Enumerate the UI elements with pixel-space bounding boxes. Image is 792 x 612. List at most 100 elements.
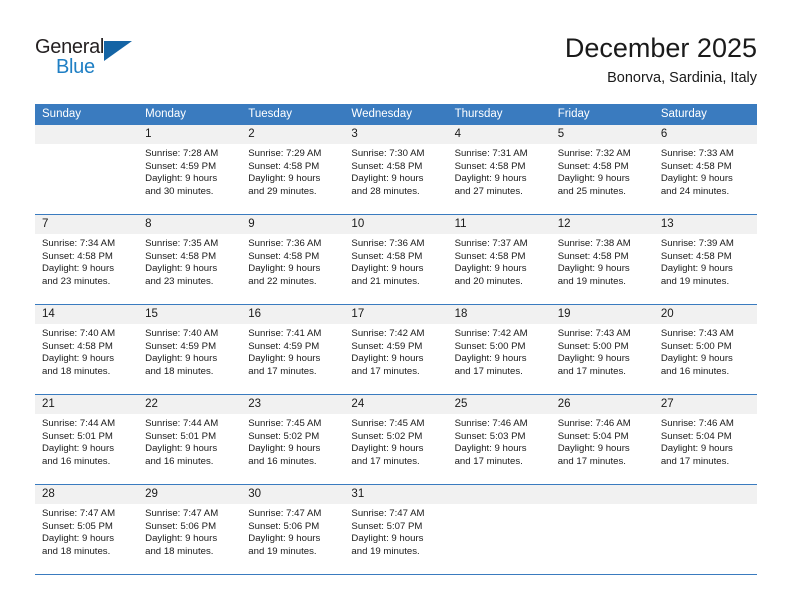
day-number: 2 [241, 125, 345, 144]
sunrise-text: Sunrise: 7:39 AM [660, 238, 734, 249]
day-details [654, 504, 757, 514]
sunset-text: Sunset: 4:58 PM [351, 250, 423, 262]
day-cell[interactable]: 19 Sunrise: 7:43 AM Sunset: 5:00 PM Dayl… [550, 305, 654, 394]
day-cell[interactable]: 30 Sunrise: 7:47 AM Sunset: 5:06 PM Dayl… [241, 485, 345, 574]
day-cell[interactable]: 7 Sunrise: 7:34 AM Sunset: 4:58 PM Dayli… [35, 215, 139, 304]
day-number: 16 [241, 305, 345, 324]
sunrise-text: Sunrise: 7:38 AM [557, 238, 631, 249]
sunset-text: Sunset: 5:02 PM [248, 430, 320, 442]
day-cell[interactable] [550, 485, 654, 574]
day-cell[interactable] [653, 485, 757, 574]
day-cell[interactable]: 1 Sunrise: 7:28 AM Sunset: 4:59 PM Dayli… [138, 125, 242, 214]
day-number: 3 [344, 125, 448, 144]
day-details: Sunrise: 7:43 AM Sunset: 5:00 PM Dayligh… [654, 324, 757, 384]
day-cell[interactable] [447, 485, 551, 574]
calendar-grid: Sunday Monday Tuesday Wednesday Thursday… [35, 104, 757, 575]
daylight-text-line2: and 18 minutes. [145, 545, 214, 557]
daylight-text-line2: and 25 minutes. [557, 185, 626, 197]
day-cell[interactable]: 6 Sunrise: 7:33 AM Sunset: 4:58 PM Dayli… [653, 125, 757, 214]
day-cell[interactable]: 8 Sunrise: 7:35 AM Sunset: 4:58 PM Dayli… [138, 215, 242, 304]
day-cell[interactable]: 22 Sunrise: 7:44 AM Sunset: 5:01 PM Dayl… [138, 395, 242, 484]
day-cell[interactable] [35, 125, 139, 214]
sunrise-text: Sunrise: 7:37 AM [454, 238, 528, 249]
day-cell[interactable]: 21 Sunrise: 7:44 AM Sunset: 5:01 PM Dayl… [35, 395, 139, 484]
day-details: Sunrise: 7:46 AM Sunset: 5:04 PM Dayligh… [551, 414, 654, 474]
day-cell[interactable]: 24 Sunrise: 7:45 AM Sunset: 5:02 PM Dayl… [344, 395, 448, 484]
sunset-text: Sunset: 4:58 PM [660, 160, 732, 172]
daylight-text-line1: Daylight: 9 hours [145, 443, 218, 455]
daylight-text-line2: and 23 minutes. [145, 275, 214, 287]
day-cell[interactable]: 10 Sunrise: 7:36 AM Sunset: 4:58 PM Dayl… [344, 215, 448, 304]
day-cell[interactable]: 31 Sunrise: 7:47 AM Sunset: 5:07 PM Dayl… [344, 485, 448, 574]
daylight-text-line2: and 17 minutes. [351, 455, 420, 467]
daylight-text-line2: and 28 minutes. [351, 185, 420, 197]
daylight-text-line1: Daylight: 9 hours [42, 533, 114, 545]
day-number: 31 [344, 485, 448, 504]
day-details: Sunrise: 7:43 AM Sunset: 5:00 PM Dayligh… [551, 324, 654, 384]
day-cell[interactable]: 15 Sunrise: 7:40 AM Sunset: 4:59 PM Dayl… [138, 305, 242, 394]
day-cell[interactable]: 28 Sunrise: 7:47 AM Sunset: 5:05 PM Dayl… [35, 485, 139, 574]
day-cell[interactable]: 14 Sunrise: 7:40 AM Sunset: 4:58 PM Dayl… [35, 305, 139, 394]
day-cell[interactable]: 20 Sunrise: 7:43 AM Sunset: 5:00 PM Dayl… [653, 305, 757, 394]
general-blue-logo[interactable]: General Blue [35, 36, 145, 84]
logo-triangle-icon [104, 41, 132, 61]
daylight-text-line2: and 16 minutes. [145, 455, 214, 467]
day-cell[interactable]: 25 Sunrise: 7:46 AM Sunset: 5:03 PM Dayl… [447, 395, 551, 484]
logo-text-blue: Blue [56, 56, 95, 78]
day-cell[interactable]: 12 Sunrise: 7:38 AM Sunset: 4:58 PM Dayl… [550, 215, 654, 304]
day-number: 26 [550, 395, 654, 414]
daylight-text-line2: and 17 minutes. [454, 365, 523, 377]
day-cell[interactable]: 29 Sunrise: 7:47 AM Sunset: 5:06 PM Dayl… [138, 485, 242, 574]
day-cell[interactable]: 5 Sunrise: 7:32 AM Sunset: 4:58 PM Dayli… [550, 125, 654, 214]
sunrise-text: Sunrise: 7:41 AM [248, 328, 322, 339]
day-details: Sunrise: 7:40 AM Sunset: 4:59 PM Dayligh… [138, 324, 241, 384]
daylight-text-line1: Daylight: 9 hours [660, 173, 733, 185]
sunrise-text: Sunrise: 7:47 AM [351, 508, 425, 519]
sunset-text: Sunset: 4:58 PM [351, 160, 423, 172]
daylight-text-line1: Daylight: 9 hours [351, 353, 424, 365]
sunrise-text: Sunrise: 7:36 AM [351, 238, 425, 249]
daylight-text-line2: and 17 minutes. [557, 455, 626, 467]
day-cell[interactable]: 9 Sunrise: 7:36 AM Sunset: 4:58 PM Dayli… [241, 215, 345, 304]
day-details: Sunrise: 7:42 AM Sunset: 5:00 PM Dayligh… [448, 324, 551, 384]
day-details: Sunrise: 7:44 AM Sunset: 5:01 PM Dayligh… [138, 414, 241, 474]
day-cell[interactable]: 16 Sunrise: 7:41 AM Sunset: 4:59 PM Dayl… [241, 305, 345, 394]
day-cell[interactable]: 11 Sunrise: 7:37 AM Sunset: 4:58 PM Dayl… [447, 215, 551, 304]
day-cell[interactable]: 2 Sunrise: 7:29 AM Sunset: 4:58 PM Dayli… [241, 125, 345, 214]
sunset-text: Sunset: 4:59 PM [145, 340, 217, 352]
day-number: 8 [138, 215, 242, 234]
sunset-text: Sunset: 4:58 PM [454, 250, 526, 262]
day-details: Sunrise: 7:41 AM Sunset: 4:59 PM Dayligh… [241, 324, 344, 384]
daylight-text-line1: Daylight: 9 hours [248, 263, 321, 275]
sunset-text: Sunset: 4:58 PM [248, 250, 320, 262]
day-cell[interactable]: 4 Sunrise: 7:31 AM Sunset: 4:58 PM Dayli… [447, 125, 551, 214]
daylight-text-line2: and 17 minutes. [248, 365, 317, 377]
day-cell[interactable]: 27 Sunrise: 7:46 AM Sunset: 5:04 PM Dayl… [653, 395, 757, 484]
day-number: 7 [35, 215, 139, 234]
daylight-text-line2: and 19 minutes. [660, 275, 730, 287]
daylight-text-line2: and 17 minutes. [660, 455, 730, 467]
daylight-text-line2: and 24 minutes. [660, 185, 730, 197]
daylight-text-line2: and 22 minutes. [248, 275, 317, 287]
day-cell[interactable]: 17 Sunrise: 7:42 AM Sunset: 4:59 PM Dayl… [344, 305, 448, 394]
sunrise-text: Sunrise: 7:31 AM [454, 148, 528, 159]
weekday-header-thursday: Thursday [454, 108, 503, 120]
weekday-header-sunday: Sunday [42, 108, 82, 120]
sunset-text: Sunset: 5:04 PM [557, 430, 629, 442]
day-cell[interactable]: 3 Sunrise: 7:30 AM Sunset: 4:58 PM Dayli… [344, 125, 448, 214]
sunrise-text: Sunrise: 7:42 AM [454, 328, 528, 339]
daylight-text-line1: Daylight: 9 hours [454, 263, 527, 275]
day-cell[interactable]: 13 Sunrise: 7:39 AM Sunset: 4:58 PM Dayl… [653, 215, 757, 304]
day-cell[interactable]: 23 Sunrise: 7:45 AM Sunset: 5:02 PM Dayl… [241, 395, 345, 484]
day-number: 17 [344, 305, 448, 324]
daylight-text-line1: Daylight: 9 hours [660, 263, 733, 275]
daylight-text-line2: and 17 minutes. [557, 365, 626, 377]
day-number: 22 [138, 395, 242, 414]
page-title: December 2025 [564, 33, 757, 63]
day-cell[interactable]: 26 Sunrise: 7:46 AM Sunset: 5:04 PM Dayl… [550, 395, 654, 484]
sunrise-text: Sunrise: 7:45 AM [351, 418, 425, 429]
day-cell[interactable]: 18 Sunrise: 7:42 AM Sunset: 5:00 PM Dayl… [447, 305, 551, 394]
weekday-header-wednesday: Wednesday [351, 108, 412, 120]
daylight-text-line1: Daylight: 9 hours [454, 173, 527, 185]
sunset-text: Sunset: 4:59 PM [248, 340, 320, 352]
